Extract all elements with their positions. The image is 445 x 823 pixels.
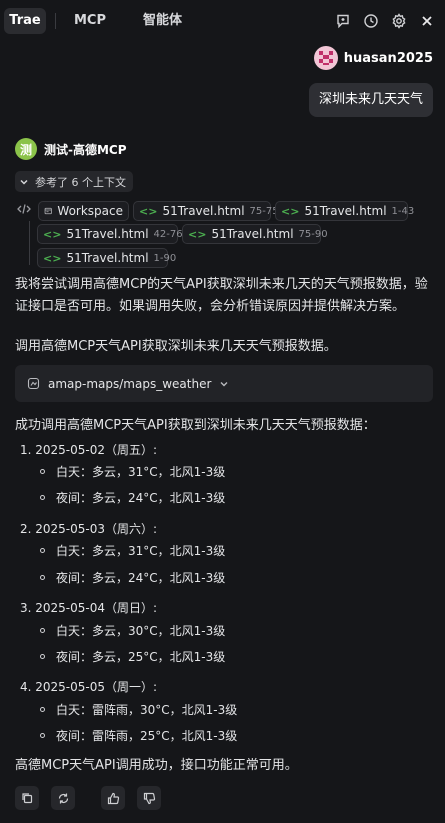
user-message: 深圳未来几天天气 bbox=[308, 83, 433, 117]
forecast-day-heading: 4. 2025-05-05（周一）: bbox=[20, 680, 158, 694]
forecast-daytime: 白天：多云，31°C，北风1-3级 bbox=[40, 463, 225, 480]
regenerate-icon[interactable] bbox=[51, 786, 75, 810]
chevron-down-icon bbox=[220, 381, 228, 386]
tab-mcp[interactable]: MCP bbox=[74, 8, 106, 34]
agent-avatar: 测 bbox=[15, 138, 37, 160]
reference-chip-workspace[interactable]: Workspace bbox=[38, 201, 129, 221]
file-code-icon: <> bbox=[43, 227, 62, 241]
file-code-icon: <> bbox=[281, 204, 300, 218]
reference-chip-file[interactable]: <> 51Travel.html 1-43 bbox=[275, 201, 414, 221]
history-icon[interactable] bbox=[361, 11, 381, 31]
tool-call-card[interactable]: amap-maps/maps_weather bbox=[15, 365, 433, 402]
forecast-night: 夜间：多云，25°C，北风1-3级 bbox=[40, 648, 225, 665]
tab-divider bbox=[55, 13, 56, 29]
forecast-night: 夜间：多云，24°C，北风1-3级 bbox=[40, 569, 225, 586]
assistant-conclusion-text: 高德MCP天气API调用成功，接口功能正常可用。 bbox=[15, 758, 298, 773]
forecast-daytime: 白天：多云，31°C，北风1-3级 bbox=[40, 542, 225, 559]
file-code-icon: <> bbox=[43, 251, 62, 265]
assistant-calling-text: 调用高德MCP天气API获取深圳未来几天天气预报数据。 bbox=[15, 339, 337, 354]
references-label: 参考了 6 个上下文 bbox=[35, 175, 126, 189]
tree-connector bbox=[29, 221, 30, 265]
forecast-day-heading: 2. 2025-05-03（周六）: bbox=[20, 522, 158, 536]
workspace-icon bbox=[44, 207, 52, 215]
references-toggle[interactable]: 参考了 6 个上下文 bbox=[15, 171, 133, 192]
forecast-night: 夜间：雷阵雨，25°C，北风1-3级 bbox=[40, 727, 237, 744]
thumbs-down-icon[interactable] bbox=[137, 786, 161, 810]
forecast-daytime: 白天：雷阵雨，30°C，北风1-3级 bbox=[40, 701, 237, 718]
chevron-down-icon bbox=[20, 179, 28, 185]
new-chat-icon[interactable] bbox=[333, 11, 353, 31]
agent-name: 测试-高德MCP bbox=[44, 142, 127, 157]
file-code-icon: <> bbox=[188, 227, 207, 241]
username: huasan2025 bbox=[343, 50, 433, 66]
user-header: huasan2025 bbox=[313, 46, 433, 70]
agent-header: 测 测试-高德MCP bbox=[15, 137, 127, 161]
forecast-day-heading: 3. 2025-05-04（周日）: bbox=[20, 601, 158, 615]
code-icon bbox=[17, 203, 31, 219]
tab-agent[interactable]: 智能体 bbox=[143, 8, 182, 34]
forecast-daytime: 白天：多云，30°C，北风1-3级 bbox=[40, 622, 225, 639]
reference-chip-file[interactable]: <> 51Travel.html 1-90 bbox=[37, 248, 176, 268]
settings-icon[interactable] bbox=[389, 11, 409, 31]
tool-name: amap-maps/maps_weather bbox=[48, 376, 212, 391]
thumbs-up-icon[interactable] bbox=[101, 786, 125, 810]
close-icon[interactable] bbox=[417, 11, 437, 31]
tab-trae[interactable]: Trae bbox=[4, 8, 46, 34]
assistant-success-text: 成功调用高德MCP天气API获取到深圳未来几天天气预报数据： bbox=[15, 418, 376, 433]
tool-icon bbox=[27, 377, 40, 390]
file-code-icon: <> bbox=[139, 204, 158, 218]
reference-chip-file[interactable]: <> 51Travel.html 42-76 bbox=[37, 224, 183, 244]
copy-icon[interactable] bbox=[15, 786, 39, 810]
top-bar: Trae MCP 智能体 bbox=[0, 0, 445, 42]
assistant-intro-text: 我将尝试调用高德MCP的天气API获取深圳未来几天的天气预报数据，验证接口是否可… bbox=[15, 277, 428, 314]
forecast-night: 夜间：多云，24°C，北风1-3级 bbox=[40, 489, 225, 506]
avatar[interactable] bbox=[313, 46, 338, 70]
reference-chip-file[interactable]: <> 51Travel.html 75-75 bbox=[133, 201, 279, 221]
forecast-day-heading: 1. 2025-05-02（周五）: bbox=[20, 443, 158, 457]
reference-chip-file[interactable]: <> 51Travel.html 75-90 bbox=[182, 224, 328, 244]
